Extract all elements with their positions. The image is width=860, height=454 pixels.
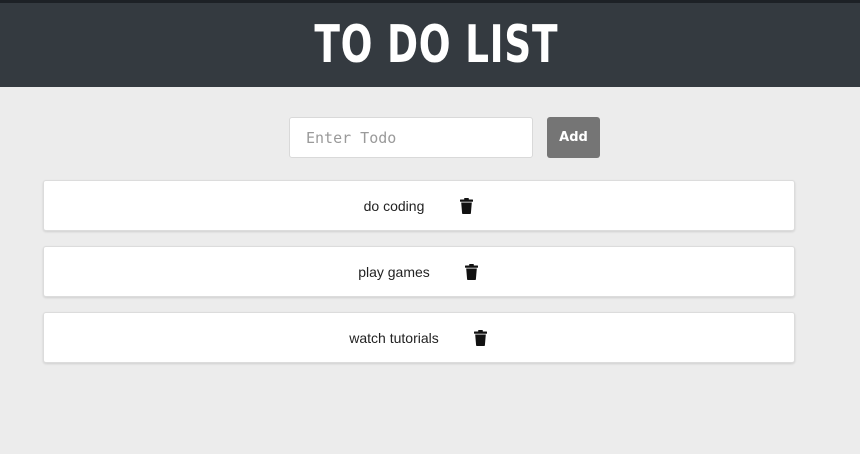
add-button[interactable]: Add — [547, 117, 600, 158]
add-todo-form: Add — [289, 117, 600, 158]
todo-input[interactable] — [289, 117, 533, 158]
trash-icon[interactable] — [464, 263, 480, 281]
page-title: TO DO LIST — [314, 15, 558, 75]
todo-text: watch tutorials — [349, 329, 439, 346]
todo-item: play games — [43, 246, 795, 297]
todo-item: watch tutorials — [43, 312, 795, 363]
app-header: TO DO LIST — [0, 3, 860, 87]
trash-icon[interactable] — [458, 197, 474, 215]
todo-text: play games — [358, 263, 430, 280]
trash-icon[interactable] — [473, 329, 489, 347]
todo-text: do coding — [363, 197, 425, 214]
todo-item: do coding — [43, 180, 795, 231]
todo-list: do coding play games watch tutorials — [43, 180, 795, 378]
